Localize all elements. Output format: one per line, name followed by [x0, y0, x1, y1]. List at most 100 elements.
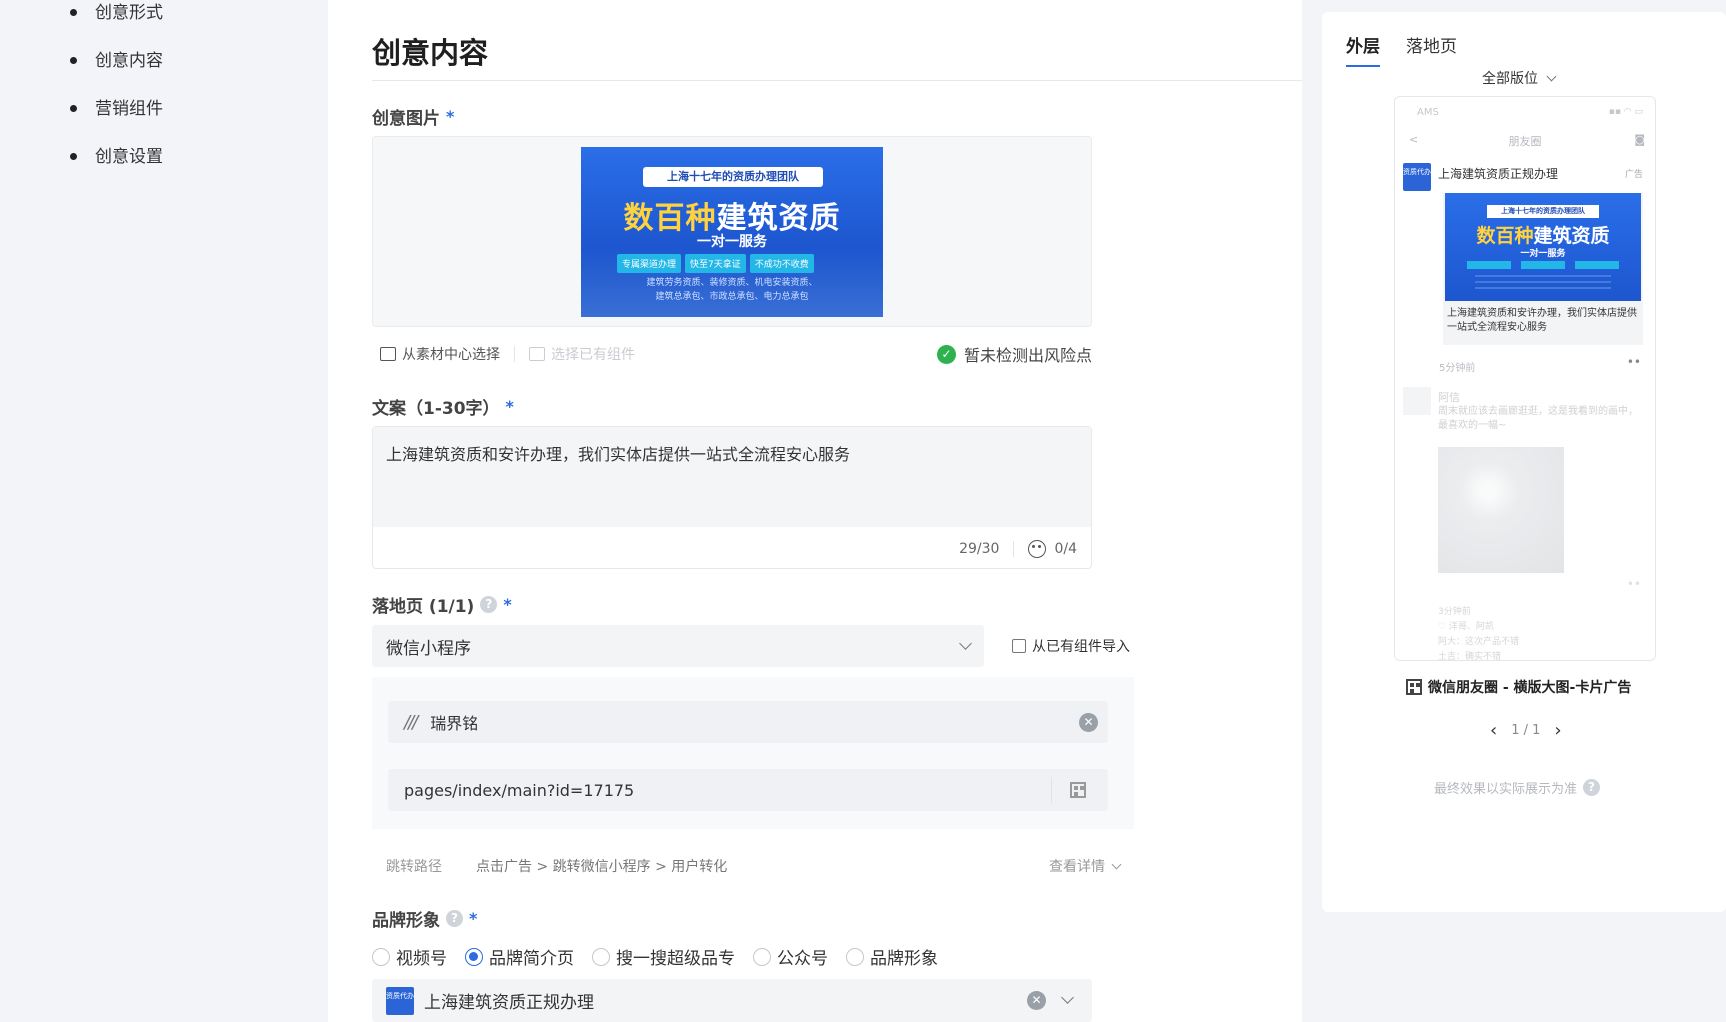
app-logo-icon: /// — [404, 711, 418, 733]
nav-item-label: 营销组件 — [95, 99, 163, 119]
divider — [1051, 777, 1052, 803]
emoji-counter: 0/4 — [1054, 541, 1077, 557]
copy-label-text: 文案（1-30字） — [372, 399, 500, 419]
image-icon — [380, 347, 396, 361]
chevron-down-icon — [959, 637, 972, 650]
image-tool-row: 从素材中心选择 选择已有组件 ✓ 暂未检测出风险点 — [380, 342, 1092, 366]
radio-circle — [465, 947, 483, 966]
friend-time: 3分钟前 — [1438, 607, 1471, 617]
friend-post-text: 周末就应该去画廊逛逛，这是我看到的画中，最喜欢的一幅~ — [1438, 406, 1638, 431]
radio-brand-intro[interactable]: 品牌简介页 — [465, 944, 574, 969]
select-from-library-label: 从素材中心选择 — [402, 347, 500, 363]
radio-brand-image[interactable]: 品牌形象 — [846, 944, 938, 969]
bullet-icon — [70, 9, 77, 16]
view-details-button[interactable]: 查看详情 — [1049, 856, 1122, 876]
nav-item-marketing-components[interactable]: 营销组件 — [70, 96, 163, 144]
clear-icon[interactable]: ✕ — [1079, 712, 1098, 732]
nav-item-label: 创意设置 — [95, 147, 163, 167]
phone-nav-bar: < 朋友圈 ◙ — [1395, 133, 1655, 149]
nav-item-label: 创意内容 — [95, 51, 163, 71]
ad-image-headline-rest: 建筑资质 — [1533, 225, 1610, 247]
brand-select-value: 上海建筑资质正规办理 — [424, 993, 594, 1013]
ad-account-name: 上海建筑资质正规办理 — [1438, 167, 1559, 181]
nav-item-creative-settings[interactable]: 创意设置 — [70, 144, 163, 192]
mini-program-name-field[interactable]: /// 瑞界铭 ✕ — [388, 701, 1108, 743]
checkbox-icon — [1012, 639, 1026, 653]
main-panel: 创意内容 创意图片 * 上海十七年的资质办理团队 数百种建筑资质 一对一服务 专… — [328, 0, 1302, 1022]
radio-search-brand[interactable]: 搜一搜超级品专 — [592, 944, 735, 969]
brand-label: 品牌形象 ? * — [372, 906, 477, 931]
ad-card-copy: 上海建筑资质和安许办理，我们实体店提供一站式全流程安心服务 — [1447, 308, 1637, 333]
banner-pills: 专属渠道办理 快至7天拿证 不成功不收费 — [617, 254, 814, 273]
position-select-value: 全部版位 — [1482, 71, 1538, 87]
select-from-library-button[interactable]: 从素材中心选择 — [380, 344, 500, 364]
divider — [514, 346, 515, 362]
divider — [372, 80, 1302, 81]
copy-textarea-value[interactable]: 上海建筑资质和安许办理，我们实体店提供一站式全流程安心服务 — [373, 427, 1091, 527]
radio-channels[interactable]: 视频号 — [372, 944, 447, 969]
radio-label: 视频号 — [396, 949, 447, 969]
ad-image-sub: 一对一服务 — [1520, 249, 1566, 259]
friend-avatar — [1403, 387, 1431, 415]
banner-pill: 不成功不收费 — [749, 254, 814, 273]
brand-select[interactable]: 资质代办 上海建筑资质正规办理 ✕ — [372, 979, 1092, 1022]
copy-textarea[interactable]: 上海建筑资质和安许办理，我们实体店提供一站式全流程安心服务 29/30 0/4 — [372, 426, 1092, 569]
image-label-text: 创意图片 — [372, 109, 440, 129]
banner-small-line: 建筑总承包、市政总承包、电力总承包 — [655, 292, 809, 302]
nav-item-creative-format[interactable]: 创意形式 — [70, 0, 163, 48]
help-icon[interactable]: ? — [480, 596, 498, 613]
qr-code-icon[interactable] — [1406, 679, 1422, 695]
ad-avatar: 资质代办 — [1403, 163, 1431, 191]
help-icon[interactable]: ? — [446, 910, 463, 927]
select-existing-component-button[interactable]: 选择已有组件 — [529, 344, 635, 364]
import-from-component-button[interactable]: 从已有组件导入 — [1012, 636, 1130, 656]
tab-outer[interactable]: 外层 — [1346, 32, 1380, 67]
banner-sub: 一对一服务 — [697, 234, 767, 250]
back-icon: < — [1409, 133, 1419, 146]
landing-type-value: 微信小程序 — [386, 638, 471, 659]
nav-item-creative-content[interactable]: 创意内容 — [70, 48, 163, 96]
brand-label-text: 品牌形象 — [372, 911, 440, 931]
ad-card-image: 上海十七年的资质办理团队 数百种建筑资质 一对一服务 — [1445, 193, 1641, 301]
copy-textarea-footer: 29/30 0/4 — [959, 540, 1077, 558]
creative-image[interactable]: 上海十七年的资质办理团队 数百种建筑资质 一对一服务 专属渠道办理 快至7天拿证… — [581, 147, 883, 317]
chevron-down-icon — [1111, 859, 1122, 869]
bullet-icon — [70, 57, 77, 64]
mini-program-panel: /// 瑞界铭 ✕ pages/index/main?id=17175 — [372, 677, 1134, 829]
radio-official-account[interactable]: 公众号 — [753, 944, 828, 969]
divider — [1013, 541, 1015, 557]
landing-label: 落地页 (1/1) ? * — [372, 592, 512, 617]
qr-code-icon[interactable] — [1070, 782, 1086, 798]
page-title: 创意内容 — [372, 36, 489, 70]
emoji-icon[interactable] — [1028, 540, 1047, 558]
image-upload-box[interactable]: 上海十七年的资质办理团队 数百种建筑资质 一对一服务 专属渠道办理 快至7天拿证… — [372, 136, 1092, 327]
landing-type-select[interactable]: 微信小程序 — [372, 625, 984, 667]
check-circle-icon: ✓ — [936, 344, 956, 364]
chevron-left-icon[interactable]: ‹ — [1490, 720, 1497, 741]
ad-image-headline: 数百种建筑资质 — [1445, 221, 1641, 248]
mini-program-path-field[interactable]: pages/index/main?id=17175 — [388, 769, 1108, 811]
tab-landing-page[interactable]: 落地页 — [1406, 32, 1457, 67]
preview-panel: 外层 落地页 全部版位 AMS ▪▪ ◠ ▭ < 朋友圈 ◙ 资质代办 上海建筑… — [1322, 12, 1726, 912]
radio-label: 搜一搜超级品专 — [616, 949, 735, 969]
clear-icon[interactable]: ✕ — [1027, 991, 1046, 1010]
position-select[interactable]: 全部版位 — [1482, 68, 1557, 88]
required-mark: * — [446, 107, 455, 126]
chevron-right-icon[interactable]: › — [1554, 720, 1561, 741]
banner-small-line: 建筑劳务资质、装修资质、机电安装资质、 — [646, 278, 818, 288]
jump-path-row: 跳转路径 点击广告 > 跳转微信小程序 > 用户转化 查看详情 — [386, 856, 1176, 876]
friend-comment: 阿大：这次产品不错 — [1438, 637, 1520, 647]
ad-image-small-text — [1475, 275, 1611, 291]
friend-post-meta: 3分钟前 ♡ 洋哥、阿凯 阿大：这次产品不错 土吉：确实不错 — [1438, 605, 1520, 660]
help-icon[interactable]: ? — [1583, 779, 1601, 796]
banner-pill: 快至7天拿证 — [685, 254, 746, 273]
friend-post-image — [1438, 447, 1564, 573]
preview-note: 最终效果以实际展示为准 ? — [1434, 778, 1601, 797]
radio-circle — [846, 947, 864, 966]
ad-type-label: 微信朋友圈 - 横版大图-卡片广告 — [1406, 677, 1631, 697]
view-details-label: 查看详情 — [1049, 859, 1105, 875]
banner-small-text: 建筑劳务资质、装修资质、机电安装资质、 建筑总承包、市政总承包、电力总承包 — [581, 276, 883, 304]
bullet-icon — [70, 105, 77, 112]
brand-avatar: 资质代办 — [386, 986, 414, 1015]
mini-program-path: pages/index/main?id=17175 — [404, 780, 635, 800]
